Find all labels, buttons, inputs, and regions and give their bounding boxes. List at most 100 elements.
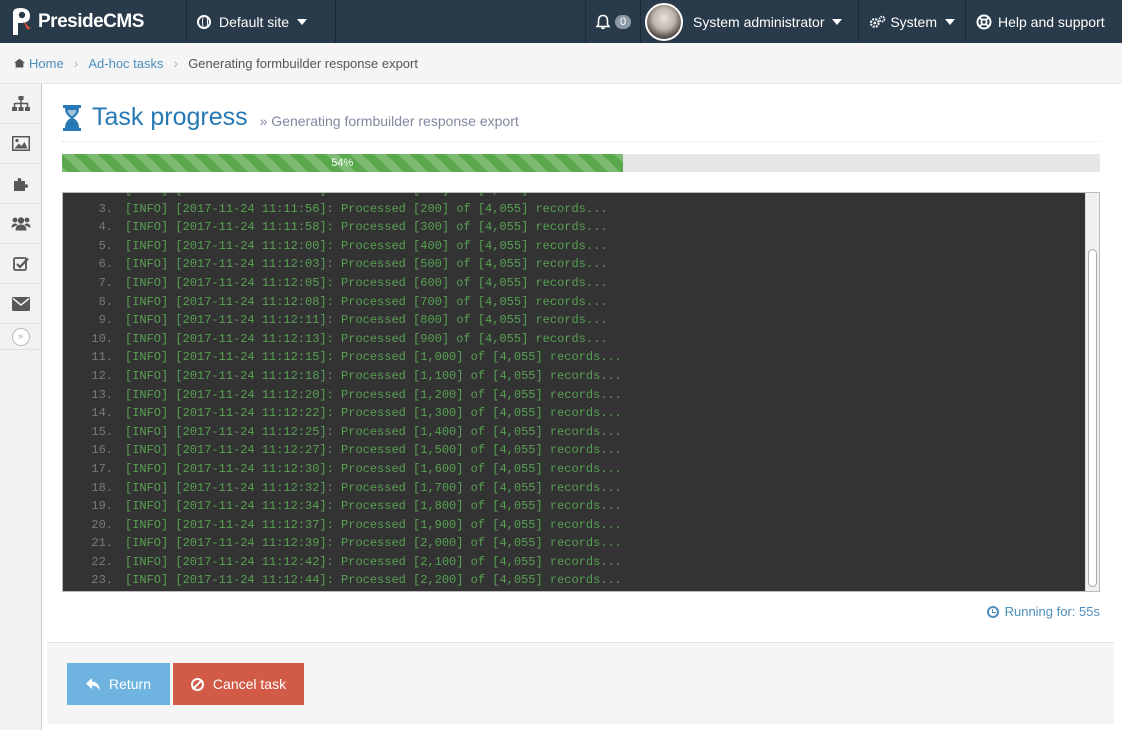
life-ring-icon [976,14,992,29]
system-menu-label: System [890,13,937,30]
cancel-task-button-label: Cancel task [212,676,287,692]
form-actions: Return Cancel task [47,642,1114,724]
log-line-text: [INFO] [2017-11-24 11:12:27]: Processed … [125,443,622,458]
breadcrumb-separator: › [173,55,179,71]
breadcrumb-current: Generating formbuilder response export [188,55,418,71]
sitemap-icon [11,95,30,111]
help-menu-label: Help and support [998,13,1105,30]
breadcrumb-home[interactable]: Home [29,56,64,71]
log-line-text: [INFO] [2017-11-24 11:12:25]: Processed … [125,424,622,439]
hourglass-icon [63,104,81,131]
sidebar-item-users[interactable] [0,204,41,244]
log-line-text: [INFO] [2017-11-24 11:12:44]: Processed … [125,573,622,588]
log-line: 21. [INFO] [2017-11-24 11:12:39]: Process… [63,534,1083,553]
log-line-text: [INFO] [2017-11-24 11:11:58]: Processed … [125,220,608,235]
notification-count-badge: 0 [614,14,632,29]
log-line-text: [INFO] [2017-11-24 11:12:11]: Processed … [125,313,608,328]
sidebar-item-sitetree[interactable] [0,84,41,124]
log-line: 12. [INFO] [2017-11-24 11:12:18]: Process… [63,367,1083,386]
log-line: 15. [INFO] [2017-11-24 11:12:25]: Process… [63,423,1083,442]
log-line-text: [INFO] [2017-11-24 11:12:08]: Processed … [125,294,608,309]
log-line-text: [INFO] [2017-11-24 11:12:20]: Processed … [125,387,622,402]
sidebar: » [0,84,42,730]
sidebar-collapse-button[interactable]: » [0,324,41,350]
log-line-number: 15. [91,424,113,439]
progress-bar-fill: 54% [62,154,623,172]
return-button-label: Return [108,676,152,692]
log-line: 23. [INFO] [2017-11-24 11:12:44]: Process… [63,571,1083,590]
check-square-icon [12,256,29,271]
log-line-number: 22. [91,554,113,569]
brand[interactable]: PresideCMS [0,0,187,43]
log-line: 18. [INFO] [2017-11-24 11:12:32]: Process… [63,479,1083,498]
bell-icon [595,14,611,29]
notifications-button[interactable]: 0 [585,0,640,43]
globe-icon [197,14,211,29]
users-icon [11,217,30,231]
system-menu[interactable]: System [858,0,965,43]
log-line-number: 4. [98,220,113,235]
double-chevron-right-icon: » [11,327,30,346]
log-line: 13. [INFO] [2017-11-24 11:12:20]: Process… [63,386,1083,405]
log-line-text: [INFO] [2017-11-24 11:12:30]: Processed … [125,461,622,476]
sidebar-item-extensions[interactable] [0,164,41,204]
page-title: Task progress [92,103,248,131]
log-line-number: 17. [91,461,113,476]
log-line-number: 7. [98,275,113,290]
log-line: 9. [INFO] [2017-11-24 11:12:11]: Processe… [63,311,1083,330]
log-scroll-thumb[interactable] [1088,249,1097,587]
task-log[interactable]: 2. [INFO] [2017-11-24 11:11:54]: Processe… [62,192,1100,592]
log-line-number: 11. [91,350,113,365]
log-line-number: 16. [91,443,113,458]
log-line-number: 2. [63,193,113,200]
log-line-number: 18. [91,480,113,495]
log-line-text: [INFO] [2017-11-24 11:12:32]: Processed … [125,480,622,495]
log-line: 8. [INFO] [2017-11-24 11:12:08]: Processe… [63,293,1083,312]
log-line-number: 10. [91,331,113,346]
chevron-down-icon [297,18,308,25]
log-line: 10. [INFO] [2017-11-24 11:12:13]: Process… [63,330,1083,349]
log-line-text: [INFO] [2017-11-24 11:12:34]: Processed … [125,499,622,514]
log-line-number: 6. [98,257,113,272]
site-selector[interactable]: Default site [187,0,336,43]
chevron-down-icon [945,18,955,25]
home-icon [14,58,25,68]
log-line-number: 23. [91,573,113,588]
site-selector-label: Default site [219,13,290,30]
log-line: 3. [INFO] [2017-11-24 11:11:56]: Processe… [63,200,1083,219]
page-subtitle: » Generating formbuilder response export [259,112,519,129]
log-line: 6. [INFO] [2017-11-24 11:12:03]: Processe… [63,255,1083,274]
sidebar-item-assets[interactable] [0,124,41,164]
log-line-text: [INFO] [2017-11-24 11:12:03]: Processed … [125,257,608,272]
log-line-number: 3. [98,201,113,216]
log-line-text: [INFO] [2017-11-24 11:12:42]: Processed … [125,554,622,569]
log-line: 7. [INFO] [2017-11-24 11:12:05]: Processe… [63,274,1083,293]
sidebar-item-tasks[interactable] [0,244,41,284]
log-line-text: [INFO] [2017-11-24 11:12:37]: Processed … [125,517,622,532]
user-menu[interactable]: System administrator [640,0,858,43]
task-progress-bar: 54% [62,154,1100,172]
avatar [645,2,683,41]
log-line-number: 5. [98,238,113,253]
log-scrollbar[interactable] [1085,193,1099,591]
brand-name: PresideCMS [38,10,144,32]
log-line-text: [INFO] [2017-11-24 11:12:13]: Processed … [125,331,608,346]
top-navbar: PresideCMS Default site 0 System adminis… [0,0,1122,43]
image-icon [11,136,30,151]
log-line-number: 13. [91,387,113,402]
log-line-text: [INFO] [2017-11-24 11:12:15]: Processed … [125,350,622,365]
log-line-text: [INFO] [2017-11-24 11:12:39]: Processed … [125,536,622,551]
ban-icon [190,677,204,691]
page-header: Task progress » Generating formbuilder r… [62,94,1100,142]
progress-label: 54% [331,157,354,169]
cancel-task-button[interactable]: Cancel task [173,663,304,705]
log-line-number: 20. [91,517,113,532]
running-time-label: Running for: 55s [1004,604,1100,619]
log-line: 20. [INFO] [2017-11-24 11:12:37]: Process… [63,516,1083,535]
breadcrumb-adhoc-tasks[interactable]: Ad-hoc tasks [88,56,163,71]
sidebar-item-email[interactable] [0,284,41,324]
puzzle-icon [13,177,28,191]
return-button[interactable]: Return [67,663,170,705]
help-menu[interactable]: Help and support [965,0,1122,43]
log-line: 14. [INFO] [2017-11-24 11:12:22]: Process… [63,404,1083,423]
